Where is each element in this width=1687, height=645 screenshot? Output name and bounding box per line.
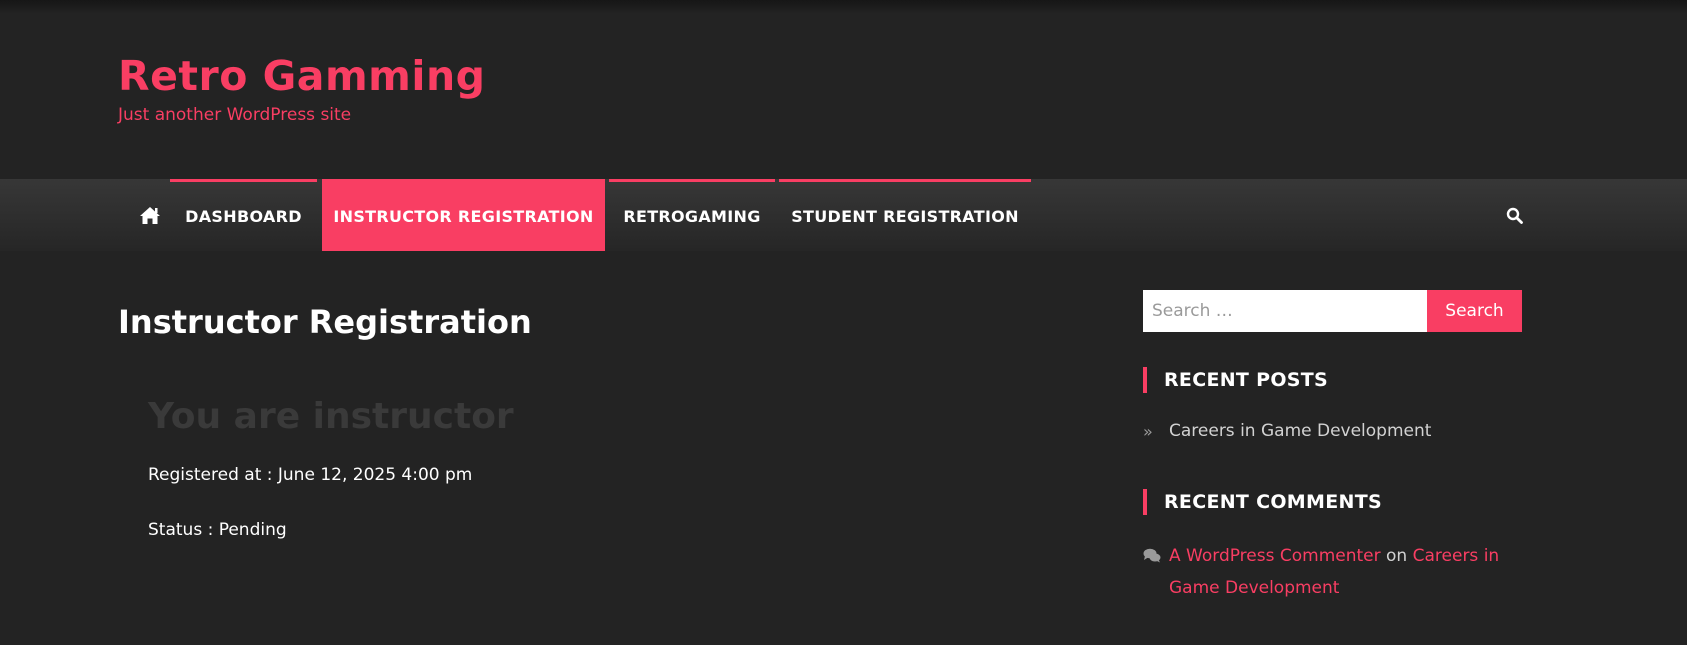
comment-connector: on (1386, 546, 1408, 566)
recent-post-link[interactable]: Careers in Game Development (1169, 421, 1431, 441)
nav-item-instructor-registration[interactable]: INSTRUCTOR REGISTRATION (322, 179, 605, 251)
nav-item-student-registration[interactable]: STUDENT REGISTRATION (779, 179, 1031, 251)
double-chevron-right-icon: » (1143, 421, 1153, 441)
main-navigation: DASHBOARD INSTRUCTOR REGISTRATION RETROG… (0, 179, 1687, 251)
recent-comment-text: A WordPress Commenter on Careers in Game… (1169, 540, 1523, 604)
header-top-shade (0, 0, 1687, 14)
nav-item-retrogaming[interactable]: RETROGAMING (609, 179, 775, 251)
page-title: Instructor Registration (118, 303, 532, 341)
search-input[interactable] (1143, 290, 1427, 332)
registered-at-text: Registered at : June 12, 2025 4:00 pm (148, 465, 473, 485)
search-icon (1506, 207, 1523, 224)
comment-author-link[interactable]: A WordPress Commenter (1169, 546, 1381, 566)
home-icon (140, 206, 160, 224)
comments-icon (1143, 548, 1161, 563)
nav-search-toggle[interactable] (1502, 179, 1526, 251)
site-tagline: Just another WordPress site (118, 105, 352, 125)
nav-item-dashboard[interactable]: DASHBOARD (170, 179, 317, 251)
nav-home-link[interactable] (130, 179, 170, 251)
site-header: Retro Gamming Just another WordPress sit… (118, 52, 486, 125)
sidebar-search-form: Search (1143, 290, 1522, 332)
recent-posts-title: RECENT POSTS (1143, 367, 1328, 393)
registration-status-heading: You are instructor (148, 396, 514, 437)
site-title[interactable]: Retro Gamming (118, 52, 486, 100)
recent-comments-title: RECENT COMMENTS (1143, 489, 1382, 515)
recent-post-item[interactable]: » Careers in Game Development (1143, 421, 1431, 441)
search-button[interactable]: Search (1427, 290, 1522, 332)
status-text: Status : Pending (148, 520, 287, 540)
recent-comment-item: A WordPress Commenter on Careers in Game… (1143, 540, 1523, 604)
